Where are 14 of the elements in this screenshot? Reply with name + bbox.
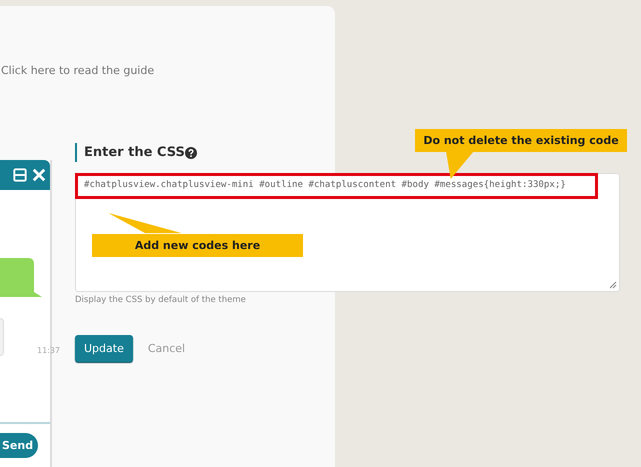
help-icon[interactable] xyxy=(184,146,197,158)
resize-grip-icon[interactable] xyxy=(609,281,617,289)
section-heading: Enter the CSS xyxy=(84,145,185,160)
message-time: 11:37 xyxy=(37,346,60,355)
send-button[interactable]: Send xyxy=(0,433,38,458)
update-button[interactable]: Update xyxy=(75,335,133,362)
help-text: Display the CSS by default of the theme xyxy=(75,295,247,305)
close-icon[interactable] xyxy=(32,168,46,182)
chat-bubble xyxy=(0,258,42,298)
code-line: #chatplusview.chatplusview-mini #outline #chatpluscontent #body #messages{height:330px;} xyxy=(84,180,566,190)
guide-link[interactable]: Click here to read the guide xyxy=(1,64,154,77)
minimize-icon[interactable] xyxy=(13,168,27,182)
cancel-button[interactable]: Cancel xyxy=(138,335,194,362)
callout-pointer xyxy=(445,151,475,179)
